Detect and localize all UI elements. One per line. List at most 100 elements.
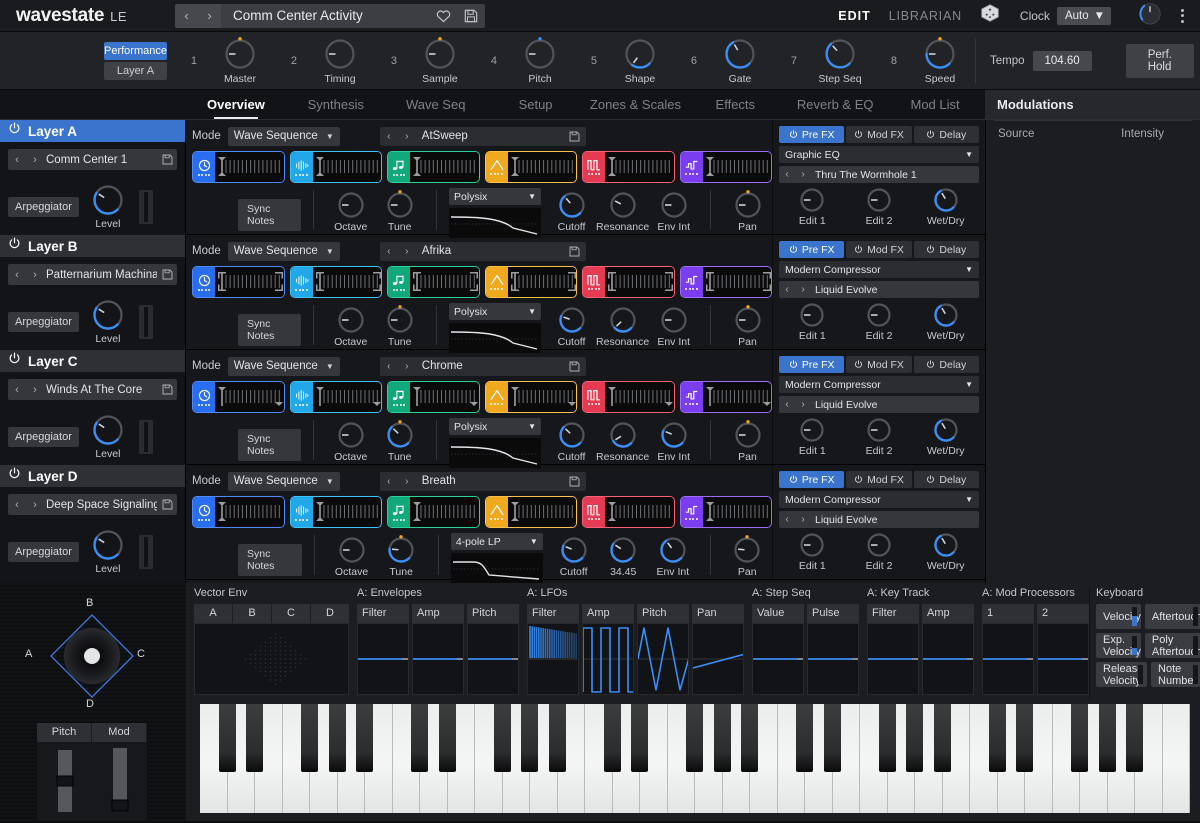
keyboard-source-aftertouch[interactable]: Aftertouch bbox=[1144, 604, 1200, 629]
wave-sequence-selector[interactable]: ‹ › AtSweep bbox=[379, 126, 586, 146]
scope-cell-pitch[interactable]: Pitch bbox=[467, 604, 519, 695]
pre-fx-tab[interactable]: Pre FX bbox=[779, 126, 845, 143]
tempo-value[interactable]: 104.60 bbox=[1032, 50, 1092, 71]
piano-black-key[interactable] bbox=[1098, 704, 1116, 772]
fx-edit1-knob[interactable]: Edit 1 bbox=[779, 416, 846, 457]
prev-layer-program-button[interactable]: ‹ bbox=[8, 384, 26, 396]
layer-block-c[interactable]: Layer C ‹ › Winds At The Core Arpeggiator Lev… bbox=[0, 350, 185, 465]
scope-cell-amp[interactable]: Amp bbox=[922, 604, 974, 695]
octave-knob[interactable]: Octave bbox=[327, 532, 377, 578]
perf-knob-step-seq[interactable]: Step Seq bbox=[805, 37, 875, 85]
save-icon[interactable] bbox=[157, 154, 177, 165]
scope-cell-pulse[interactable]: Pulse bbox=[807, 604, 859, 695]
tune-knob[interactable]: Tune bbox=[376, 532, 426, 578]
prev-fx-preset-button[interactable]: ‹ bbox=[779, 169, 795, 180]
vector-env-tab-b[interactable]: B bbox=[233, 604, 271, 623]
prev-wave-sequence-button[interactable]: ‹ bbox=[380, 361, 398, 372]
lane-step-grid[interactable] bbox=[605, 497, 674, 527]
perf-knob-timing[interactable]: Timing bbox=[305, 37, 375, 85]
lane-step-grid[interactable] bbox=[312, 152, 381, 182]
fx-effect-select[interactable]: Graphic EQ ▼ bbox=[779, 146, 979, 163]
fx-wet-dry-knob[interactable]: Wet/Dry bbox=[912, 416, 979, 457]
scope-cell-amp[interactable]: Amp bbox=[582, 604, 634, 695]
next-wave-sequence-button[interactable]: › bbox=[398, 476, 416, 487]
next-wave-sequence-button[interactable]: › bbox=[398, 361, 416, 372]
mod-fx-tab[interactable]: Mod FX bbox=[846, 241, 912, 258]
piano-black-key[interactable] bbox=[411, 704, 429, 772]
piano-black-key[interactable] bbox=[493, 704, 511, 772]
mode-select[interactable]: Wave Sequence ▼ bbox=[227, 126, 340, 146]
lane-step-grid[interactable] bbox=[702, 152, 771, 182]
lane-step-grid[interactable] bbox=[215, 267, 284, 297]
lane-step-grid[interactable] bbox=[215, 152, 284, 182]
tab-effects[interactable]: Effects bbox=[685, 90, 785, 119]
wave-sequence-selector[interactable]: ‹ › Breath bbox=[379, 471, 586, 491]
fx-wet-dry-knob[interactable]: Wet/Dry bbox=[912, 531, 979, 572]
piano-white-key[interactable] bbox=[1162, 704, 1190, 813]
lane-step-grid[interactable] bbox=[215, 497, 284, 527]
piano-black-key[interactable] bbox=[988, 704, 1006, 772]
prev-wave-sequence-button[interactable]: ‹ bbox=[380, 131, 398, 142]
wave-seq-lane-4[interactable] bbox=[582, 496, 675, 528]
lane-step-grid[interactable] bbox=[507, 497, 576, 527]
keyboard-source-velocity[interactable]: Velocity bbox=[1096, 604, 1141, 629]
fx-effect-select[interactable]: Modern Compressor ▼ bbox=[779, 376, 979, 393]
prev-wave-sequence-button[interactable]: ‹ bbox=[380, 246, 398, 257]
layer-program-selector[interactable]: ‹ › Winds At The Core bbox=[8, 379, 177, 400]
lane-step-grid[interactable] bbox=[507, 382, 576, 412]
scope-cell-graph[interactable] bbox=[412, 623, 464, 695]
scope-cell-graph[interactable] bbox=[982, 623, 1034, 695]
save-icon[interactable] bbox=[564, 246, 586, 257]
layer-level-knob[interactable]: Level bbox=[91, 528, 125, 575]
pan-knob[interactable]: Pan bbox=[723, 417, 772, 463]
piano-black-key[interactable] bbox=[548, 704, 566, 772]
fx-edit2-knob[interactable]: Edit 2 bbox=[846, 301, 913, 342]
next-layer-program-button[interactable]: › bbox=[26, 384, 44, 396]
delay-tab[interactable]: Delay bbox=[913, 241, 979, 258]
fx-wet-dry-knob[interactable]: Wet/Dry bbox=[912, 301, 979, 342]
scope-cell-graph[interactable] bbox=[922, 623, 974, 695]
perf-knob-sample[interactable]: Sample bbox=[405, 36, 475, 85]
fx-edit1-knob[interactable]: Edit 1 bbox=[779, 531, 846, 572]
scope-cell-filter[interactable]: Filter bbox=[867, 604, 919, 695]
piano-black-key[interactable] bbox=[741, 704, 759, 772]
perf-knob-speed[interactable]: Speed bbox=[905, 36, 975, 85]
fx-preset-selector[interactable]: ‹ › Thru The Wormhole 1 bbox=[779, 166, 979, 183]
delay-tab[interactable]: Delay bbox=[913, 356, 979, 373]
piano-keyboard[interactable] bbox=[200, 704, 1190, 813]
lane-step-grid[interactable] bbox=[410, 267, 479, 297]
next-layer-program-button[interactable]: › bbox=[26, 499, 44, 511]
next-layer-program-button[interactable]: › bbox=[26, 269, 44, 281]
scope-cell-graph[interactable] bbox=[467, 623, 519, 695]
lane-step-grid[interactable] bbox=[312, 382, 381, 412]
prev-wave-sequence-button[interactable]: ‹ bbox=[380, 476, 398, 487]
power-icon[interactable] bbox=[8, 467, 21, 485]
arpeggiator-button[interactable]: Arpeggiator bbox=[8, 311, 79, 332]
wave-seq-lane-5[interactable] bbox=[679, 496, 772, 528]
fx-edit1-knob[interactable]: Edit 1 bbox=[779, 186, 846, 227]
perf-hold-button[interactable]: Perf. Hold bbox=[1125, 43, 1194, 78]
filter-type-select[interactable]: Polysix ▼ bbox=[449, 303, 542, 320]
perf-knob-pitch[interactable]: Pitch bbox=[505, 36, 575, 85]
lane-step-grid[interactable] bbox=[605, 382, 674, 412]
fx-effect-select[interactable]: Modern Compressor ▼ bbox=[779, 491, 979, 508]
save-icon[interactable] bbox=[457, 4, 485, 28]
scope-cell-filter[interactable]: Filter bbox=[527, 604, 579, 695]
tab-wave-seq[interactable]: Wave Seq bbox=[386, 90, 486, 119]
wave-sequence-selector[interactable]: ‹ › Chrome bbox=[379, 356, 586, 376]
save-icon[interactable] bbox=[157, 269, 177, 280]
lane-step-grid[interactable] bbox=[410, 497, 479, 527]
env-int-knob[interactable]: Env Int bbox=[649, 417, 698, 463]
dice-icon[interactable] bbox=[980, 3, 1000, 28]
layer-block-d[interactable]: Layer D ‹ › Deep Space Signaling Arpeggiator… bbox=[0, 465, 185, 580]
cutoff-knob[interactable]: Cutoff bbox=[549, 532, 599, 578]
program-name[interactable]: Comm Center Activity bbox=[221, 8, 429, 23]
save-icon[interactable] bbox=[157, 499, 177, 510]
piano-black-key[interactable] bbox=[521, 704, 539, 772]
prev-layer-program-button[interactable]: ‹ bbox=[8, 269, 26, 281]
fx-edit2-knob[interactable]: Edit 2 bbox=[846, 416, 913, 457]
fx-wet-dry-knob[interactable]: Wet/Dry bbox=[912, 186, 979, 227]
scope-cell-2[interactable]: 2 bbox=[1037, 604, 1089, 695]
wave-seq-lane-1[interactable] bbox=[289, 381, 382, 413]
fx-edit1-knob[interactable]: Edit 1 bbox=[779, 301, 846, 342]
